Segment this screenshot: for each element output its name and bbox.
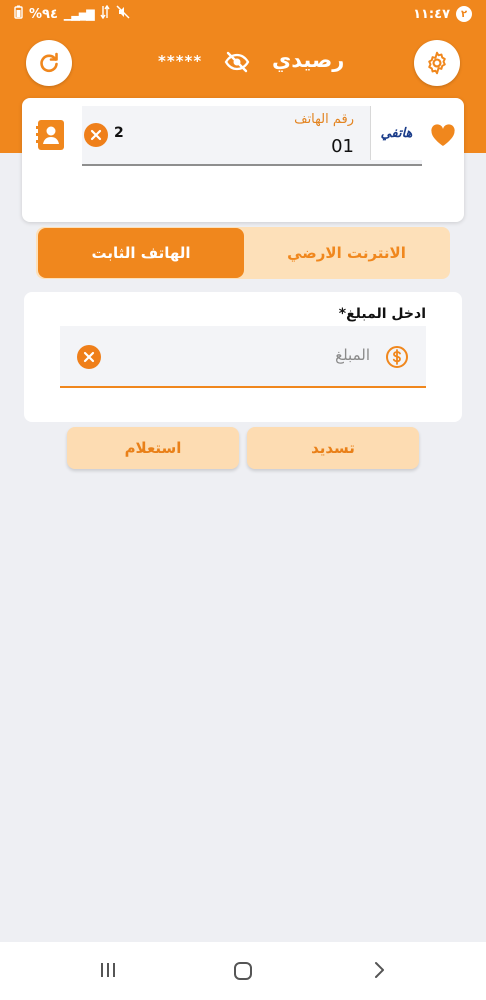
back-icon[interactable] xyxy=(370,960,388,984)
top-bar: ***** رصيدي xyxy=(0,38,486,86)
status-left: %٩٤ ▁▃▅▇ xyxy=(14,4,130,23)
refresh-icon xyxy=(40,52,58,73)
signal-icon: ▁▃▅▇ xyxy=(63,7,95,21)
amount-label: *ادخل المبلغ xyxy=(338,306,426,322)
clock: ١١:٤٧ xyxy=(413,6,450,22)
status-bar: %٩٤ ▁▃▅▇ ١١:٤٧ ٢ xyxy=(0,0,486,28)
eye-off-icon[interactable] xyxy=(224,51,250,77)
provider-logo-text: هاتفي xyxy=(380,125,413,141)
query-button[interactable]: استعلام xyxy=(67,427,239,469)
contact-book-icon xyxy=(36,120,64,150)
tab-home-internet[interactable]: الانترنت الارضي xyxy=(243,227,450,279)
system-nav-bar xyxy=(0,942,486,1000)
dollar-icon xyxy=(385,345,409,373)
notification-count-badge: ٢ xyxy=(456,6,472,22)
mute-icon xyxy=(116,5,130,23)
digit-count: 2 xyxy=(114,125,124,141)
home-icon[interactable] xyxy=(232,960,254,986)
recent-apps-icon[interactable] xyxy=(98,960,118,984)
close-icon xyxy=(90,129,102,141)
service-tabs: الانترنت الارضي الهاتف الثابت xyxy=(36,227,450,279)
amount-clear-button[interactable] xyxy=(77,345,101,369)
amount-placeholder: المبلغ xyxy=(335,346,370,364)
phone-number-label: رقم الهاتف xyxy=(294,112,354,127)
gear-icon xyxy=(428,51,446,75)
data-icon xyxy=(100,4,110,23)
page-title: رصيدي xyxy=(272,48,345,72)
phone-number-value[interactable]: 01 xyxy=(300,136,354,157)
close-icon xyxy=(83,351,95,363)
battery-percent: %٩٤ xyxy=(29,6,58,22)
refresh-button[interactable] xyxy=(26,40,72,86)
tab-landline[interactable]: الهاتف الثابت xyxy=(38,228,244,278)
masked-balance: ***** xyxy=(158,52,203,70)
settings-button[interactable] xyxy=(414,40,460,86)
contacts-button[interactable] xyxy=(36,118,66,156)
favorite-heart-icon[interactable] xyxy=(430,124,456,152)
amount-input[interactable] xyxy=(60,326,426,388)
battery-icon xyxy=(14,5,23,23)
status-right: ١١:٤٧ ٢ xyxy=(413,6,472,22)
phone-clear-button[interactable] xyxy=(84,123,108,147)
provider-logo: هاتفي xyxy=(370,106,422,160)
pay-button[interactable]: تسديد xyxy=(247,427,419,469)
